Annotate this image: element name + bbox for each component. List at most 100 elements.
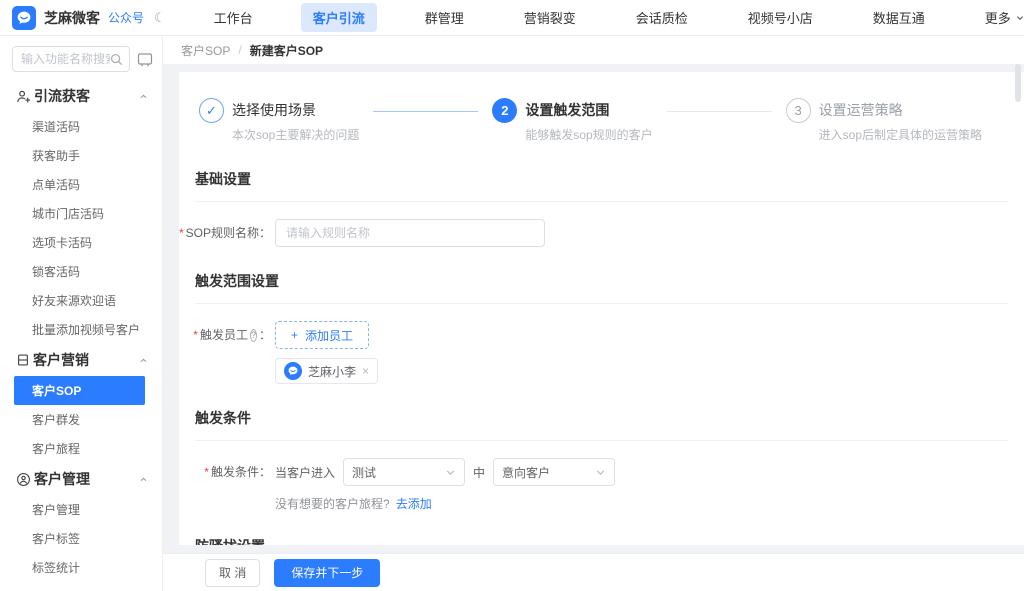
- condition-prefix: 当客户进入: [275, 464, 335, 481]
- trigger-staff-row: * 触发员工 ? ： + 添加员工: [195, 321, 1008, 384]
- journey-select[interactable]: 测试: [343, 458, 465, 486]
- main-area: 客户SOP / 新建客户SOP ✓ 选择使用场景 本次sop主要解决的问题: [163, 36, 1024, 591]
- scrollbar-thumb[interactable]: [1015, 64, 1021, 102]
- step-1-title: 选择使用场景: [232, 98, 359, 123]
- trigger-staff-label: * 触发员工 ? ：: [195, 321, 271, 349]
- nav-item-label: 工作台: [214, 8, 253, 27]
- step-1: ✓ 选择使用场景 本次sop主要解决的问题: [199, 98, 359, 143]
- breadcrumb: 客户SOP / 新建客户SOP: [163, 36, 1024, 64]
- sidebar-item-1-8[interactable]: 批量添加视频号客户: [0, 315, 162, 344]
- nav-item-4[interactable]: 营销裂变: [512, 3, 588, 32]
- sidebar-item-3-1[interactable]: 客户管理: [0, 495, 162, 524]
- side-menu: 引流获客渠道活码获客助手点单活码城市门店活码选项卡活码锁客活码好友来源欢迎语批量…: [0, 80, 162, 582]
- sidebar-item-3-2[interactable]: 客户标签: [0, 524, 162, 553]
- step-2-number: 2: [492, 98, 517, 123]
- rule-name-row: * SOP规则名称 ：: [195, 219, 1008, 247]
- footer-bar: 取 消 保存并下一步: [163, 553, 1024, 591]
- app-logo-icon[interactable]: [12, 6, 36, 30]
- staff-tag: 芝麻小李 ×: [275, 358, 378, 384]
- step-3-number: 3: [786, 98, 811, 123]
- nav-item-label: 更多: [985, 8, 1011, 27]
- chevron-up-icon: [139, 356, 148, 365]
- nav-item-8[interactable]: 更多: [973, 3, 1024, 32]
- sidebar-section-1[interactable]: 引流获客: [0, 80, 162, 112]
- step-2: 2 设置触发范围 能够触发sop规则的客户: [492, 98, 652, 143]
- search-icon: [110, 53, 123, 66]
- tag-close-icon[interactable]: ×: [362, 364, 369, 378]
- stage-select[interactable]: 意向客户: [493, 458, 615, 486]
- sidebar-section-label: 客户营销: [33, 350, 89, 370]
- condition-middle: 中: [473, 464, 485, 481]
- stage-select-value: 意向客户: [502, 464, 550, 481]
- chevron-up-icon: [139, 92, 148, 101]
- sidebar: 引流获客渠道活码获客助手点单活码城市门店活码选项卡活码锁客活码好友来源欢迎语批量…: [0, 36, 163, 591]
- brand-area: 芝麻微客 公众号 ☾: [0, 6, 176, 30]
- sidebar-item-1-3[interactable]: 点单活码: [0, 170, 162, 199]
- sidebar-item-1-5[interactable]: 选项卡活码: [0, 228, 162, 257]
- rule-name-input[interactable]: [275, 219, 545, 247]
- step-2-subtitle: 能够触发sop规则的客户: [525, 126, 652, 143]
- help-icon[interactable]: ?: [250, 329, 257, 342]
- sidebar-item-2-2[interactable]: 客户群发: [0, 405, 162, 434]
- sidebar-item-1-7[interactable]: 好友来源欢迎语: [0, 286, 162, 315]
- nav-item-3[interactable]: 群管理: [413, 3, 476, 32]
- divider: [195, 440, 1008, 441]
- required-mark: *: [179, 219, 184, 247]
- breadcrumb-parent[interactable]: 客户SOP: [181, 42, 230, 59]
- divider: [195, 201, 1008, 202]
- search-input[interactable]: [21, 52, 110, 66]
- user-circle-icon: [16, 472, 31, 487]
- nav-item-label: 视频号小店: [748, 8, 813, 27]
- sidebar-search-box: [12, 46, 130, 72]
- trigger-condition-row: * 触发条件 ： 当客户进入 测试: [195, 458, 1008, 512]
- step-1-check-icon: ✓: [199, 98, 224, 123]
- nav-item-6[interactable]: 视频号小店: [736, 3, 825, 32]
- layout: 引流获客渠道活码获客助手点单活码城市门店活码选项卡活码锁客活码好友来源欢迎语批量…: [0, 36, 1024, 591]
- sidebar-item-2-1[interactable]: 客户SOP: [14, 376, 145, 405]
- stepper: ✓ 选择使用场景 本次sop主要解决的问题 2 设置触发范围 能够触发sop规则…: [195, 72, 1008, 143]
- nav-item-7[interactable]: 数据互通: [861, 3, 937, 32]
- section-title-scope: 触发范围设置: [195, 271, 1008, 291]
- sidebar-section-2[interactable]: 客户营销: [0, 344, 162, 376]
- nav-item-1[interactable]: 工作台: [202, 3, 265, 32]
- nav-item-label: 营销裂变: [524, 8, 576, 27]
- step-connector-2: [667, 111, 772, 112]
- sidebar-item-1-4[interactable]: 城市门店活码: [0, 199, 162, 228]
- brand-name: 芝麻微客: [44, 8, 100, 28]
- required-mark: *: [193, 321, 198, 349]
- required-mark: *: [204, 458, 209, 486]
- step-3-subtitle: 进入sop后制定具体的运营策略: [819, 126, 982, 143]
- moon-icon[interactable]: ☾: [154, 10, 166, 26]
- add-journey-link[interactable]: 去添加: [396, 497, 432, 511]
- nav-item-label: 群管理: [425, 8, 464, 27]
- brand-badge[interactable]: 公众号: [108, 9, 144, 26]
- journal-icon: [16, 353, 30, 367]
- divider: [195, 303, 1008, 304]
- staff-avatar: [284, 362, 302, 380]
- cancel-button[interactable]: 取 消: [205, 559, 260, 587]
- chevron-down-icon: [595, 467, 606, 478]
- step-3-title: 设置运营策略: [819, 98, 982, 123]
- chevron-down-icon: [445, 467, 456, 478]
- sidebar-item-1-6[interactable]: 锁客活码: [0, 257, 162, 286]
- step-connector-1: [373, 111, 478, 112]
- section-title-anti-disturb: 防骚扰设置: [195, 536, 1008, 545]
- sidebar-item-1-2[interactable]: 获客助手: [0, 141, 162, 170]
- sidebar-item-2-3[interactable]: 客户旅程: [0, 434, 162, 463]
- step-1-subtitle: 本次sop主要解决的问题: [232, 126, 359, 143]
- sidebar-item-3-3[interactable]: 标签统计: [0, 553, 162, 582]
- sidebar-item-1-1[interactable]: 渠道活码: [0, 112, 162, 141]
- panel-toggle-icon[interactable]: [137, 52, 153, 67]
- add-staff-button[interactable]: + 添加员工: [275, 321, 369, 349]
- top-nav: 工作台 客户引流 群管理 营销裂变 会话质检 视频号小店 数据互通 更多: [202, 3, 1024, 32]
- nav-item-2[interactable]: 客户引流: [301, 3, 377, 32]
- sidebar-section-label: 客户管理: [34, 469, 90, 489]
- nav-item-label: 会话质检: [636, 8, 688, 27]
- sidebar-section-label: 引流获客: [34, 86, 90, 106]
- step-3: 3 设置运营策略 进入sop后制定具体的运营策略: [786, 98, 982, 143]
- save-next-button[interactable]: 保存并下一步: [274, 559, 380, 587]
- nav-item-5[interactable]: 会话质检: [624, 3, 700, 32]
- app-root: 芝麻微客 公众号 ☾ 工作台 客户引流 群管理 营销裂变 会话质检 视频号小店 数据互通 更多: [0, 0, 1024, 591]
- sidebar-section-3[interactable]: 客户管理: [0, 463, 162, 495]
- topbar: 芝麻微客 公众号 ☾ 工作台 客户引流 群管理 营销裂变 会话质检 视频号小店 数据互通 更多: [0, 0, 1024, 36]
